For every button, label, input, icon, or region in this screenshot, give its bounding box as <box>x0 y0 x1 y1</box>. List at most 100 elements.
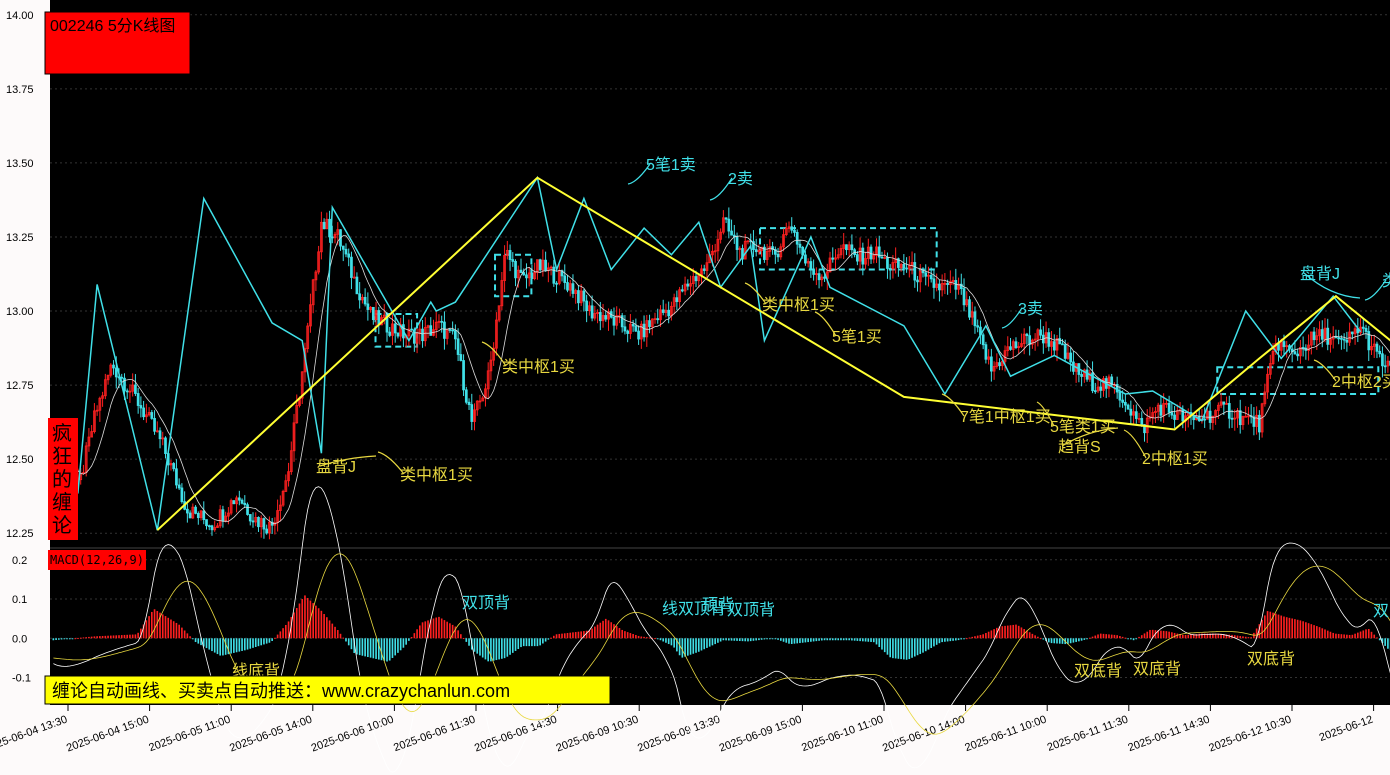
candle-body <box>1230 417 1234 420</box>
macd-bar <box>820 638 823 641</box>
macd-bar <box>1288 617 1291 639</box>
macd-bar <box>1097 634 1099 639</box>
macd-bar <box>1078 638 1080 642</box>
macd-bar <box>656 638 659 640</box>
macd-bar <box>85 637 88 639</box>
macd-bar <box>252 638 254 648</box>
candle-body <box>429 325 433 336</box>
candle-body <box>1326 327 1330 345</box>
macd-bar <box>875 638 878 645</box>
candle-body <box>809 261 813 271</box>
macd-bar <box>1239 635 1242 639</box>
macd-bar <box>443 620 446 639</box>
macd-bar <box>375 638 377 659</box>
macd-bar <box>293 612 295 639</box>
macd-bar <box>1261 619 1263 639</box>
macd-bar <box>1047 638 1050 643</box>
macd-bar <box>853 638 856 641</box>
candle-body <box>637 330 640 340</box>
candle-body <box>1009 346 1012 350</box>
annotation-label: 3卖 <box>1018 300 1043 318</box>
macd-bar <box>851 638 853 641</box>
macd-bar <box>894 638 897 659</box>
macd-bar <box>1332 632 1335 639</box>
macd-bar <box>935 638 938 645</box>
macd-bar <box>706 638 708 648</box>
macd-bar <box>840 638 842 641</box>
candle-body <box>932 278 936 288</box>
macd-bar <box>1110 634 1113 639</box>
macd-bar <box>334 626 336 639</box>
macd-bar <box>60 638 63 640</box>
macd-bar <box>654 638 656 640</box>
macd-bar <box>1190 634 1192 639</box>
macd-bar <box>618 628 621 639</box>
macd-divergence-label: 双顶背 <box>727 601 775 619</box>
macd-bar <box>522 638 525 647</box>
candle-body <box>656 318 660 321</box>
macd-bar <box>104 635 107 639</box>
candle-body <box>1028 335 1032 345</box>
macd-bar <box>391 638 394 658</box>
candle-body <box>1121 399 1124 403</box>
candle-body <box>648 320 651 328</box>
macd-bar <box>777 638 779 640</box>
candle-body <box>631 323 635 327</box>
macd-bar <box>930 638 933 649</box>
macd-bar <box>1162 630 1165 639</box>
macd-bar <box>900 638 902 660</box>
candle-body <box>585 300 588 312</box>
candle-body <box>440 320 444 323</box>
macd-bar <box>733 638 736 641</box>
annotation-label: 5笔1卖 <box>646 156 696 174</box>
candle-body <box>1047 332 1051 347</box>
macd-bar <box>394 638 397 656</box>
candle-body <box>462 360 465 391</box>
macd-bar <box>1056 638 1058 644</box>
macd-bar <box>183 630 186 639</box>
macd-bar <box>588 630 591 639</box>
macd-bar <box>175 622 178 639</box>
candle-body <box>626 330 630 334</box>
macd-bar <box>77 637 79 639</box>
macd-bar <box>96 636 98 639</box>
price-tick-label: 13.75 <box>6 84 34 96</box>
macd-bar <box>531 638 533 647</box>
macd-bar <box>602 620 604 639</box>
macd-bar <box>1165 631 1168 639</box>
macd-bar <box>501 638 503 659</box>
macd-bar <box>883 638 886 653</box>
candle-body <box>344 248 348 255</box>
macd-bar <box>1028 632 1031 639</box>
macd-bar <box>1346 634 1348 639</box>
candle-body <box>114 367 118 378</box>
candle-body <box>530 272 534 280</box>
candle-body <box>180 487 184 503</box>
macd-bar <box>968 637 971 639</box>
macd-bar <box>468 638 470 646</box>
candle-body <box>456 338 460 355</box>
side-badge-char: 论 <box>52 514 72 537</box>
macd-bar <box>1181 634 1184 639</box>
macd-bar <box>659 638 662 641</box>
candle-body <box>661 309 665 313</box>
candle-body <box>221 509 225 522</box>
macd-bar <box>782 638 785 642</box>
macd-bar <box>279 631 282 639</box>
macd-bar <box>632 634 634 639</box>
candle-body <box>968 299 971 318</box>
candle-body <box>790 226 794 231</box>
side-badge-char: 疯 <box>52 422 72 445</box>
macd-bar <box>681 638 684 658</box>
macd-bar <box>938 638 941 644</box>
macd-bar <box>211 638 213 652</box>
candle-body <box>798 243 802 248</box>
macd-bar <box>974 636 976 639</box>
annotation-label: 类中枢1买 <box>400 466 473 484</box>
candle-body <box>262 518 266 530</box>
macd-bar <box>804 638 807 643</box>
macd-bar <box>465 638 468 642</box>
macd-divergence-label: 双底背 <box>1133 660 1181 678</box>
macd-bar <box>88 636 90 639</box>
macd-bar <box>730 638 733 641</box>
